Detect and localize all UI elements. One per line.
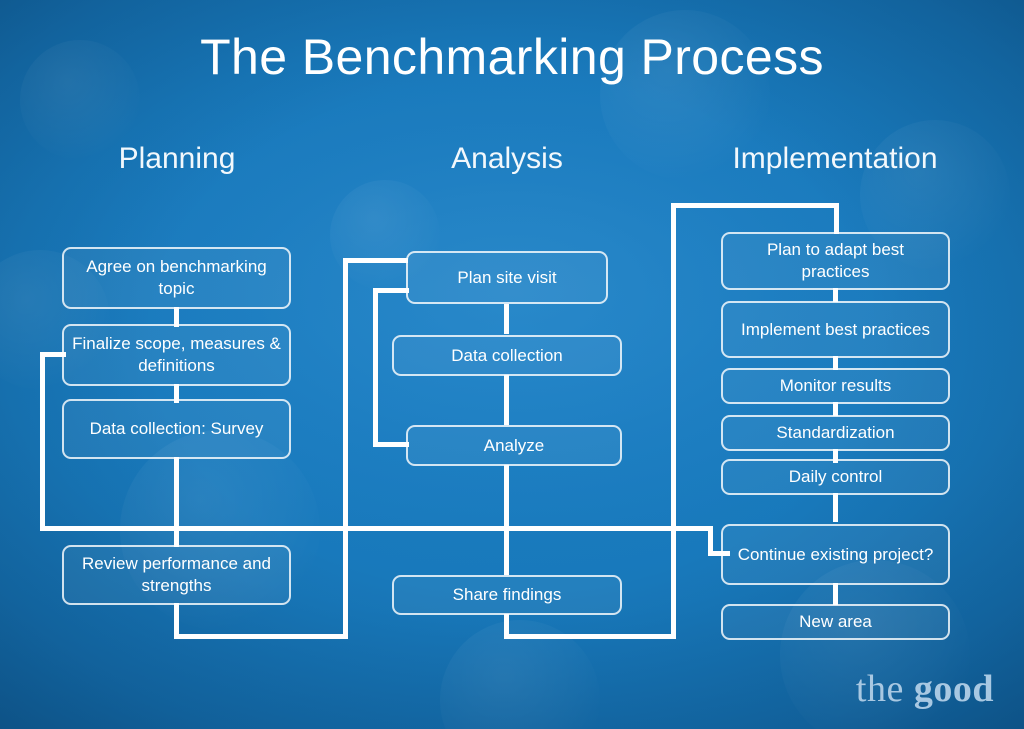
benchmarking-process-diagram: The Benchmarking Process Planning Analys…: [0, 0, 1024, 729]
node-monitor-results[interactable]: Monitor results: [721, 368, 950, 404]
connector-implementation-monitor-to-standardization: [833, 402, 838, 416]
node-data-collection-survey[interactable]: Data collection: Survey: [62, 399, 291, 459]
connector-analysis-analyze-down: [504, 465, 509, 528]
node-plan-to-adapt-best-practices[interactable]: Plan to adapt best practices: [721, 232, 950, 290]
connector-implementation-top-into-node: [834, 203, 839, 234]
connector-planning-datacollection-down: [174, 457, 179, 528]
node-new-area[interactable]: New area: [721, 604, 950, 640]
page-title: The Benchmarking Process: [200, 29, 824, 85]
connector-implementation-outer-rail-vertical: [671, 203, 676, 639]
connector-implementation-top-horizontal: [671, 203, 839, 208]
connector-analysis-mainline-to-share: [504, 528, 509, 575]
connector-left-rail-vertical: [40, 352, 45, 531]
connector-bottom-loop-analysis-horizontal: [504, 634, 676, 639]
logo-good-text: good: [913, 668, 994, 710]
connector-implementation-plan-to-implement: [833, 288, 838, 302]
column-heading-planning: Planning: [118, 142, 236, 175]
connector-analysis-inner-rail-top: [373, 288, 409, 293]
logo-the-good: the good: [856, 667, 994, 711]
connector-analysis-rail-stub-to-plan-site-visit: [343, 258, 408, 263]
node-agree-on-benchmarking-topic[interactable]: Agree on benchmarking topic: [62, 247, 291, 309]
connector-analysis-inner-rail-vertical: [373, 288, 378, 447]
node-continue-existing-project[interactable]: Continue existing project?: [721, 524, 950, 585]
node-share-findings[interactable]: Share findings: [392, 575, 622, 615]
node-plan-site-visit[interactable]: Plan site visit: [406, 251, 608, 304]
connector-bottom-loop-planning-horizontal: [174, 634, 346, 639]
node-data-collection[interactable]: Data collection: [392, 335, 622, 376]
node-implement-best-practices[interactable]: Implement best practices: [721, 301, 950, 358]
node-standardization[interactable]: Standardization: [721, 415, 950, 451]
connector-analysis-datacollection-to-analyze: [504, 375, 509, 425]
connector-implementation-continue-to-newarea: [833, 583, 838, 605]
node-analyze[interactable]: Analyze: [406, 425, 622, 466]
node-review-performance-and-strengths[interactable]: Review performance and strengths: [62, 545, 291, 605]
column-heading-analysis: Analysis: [451, 142, 563, 175]
connector-main-feedback-horizontal: [40, 526, 713, 531]
connector-analysis-inner-rail-bottom: [373, 442, 409, 447]
connector-analysis-outer-rail-vertical: [343, 258, 348, 639]
connector-implementation-daily-to-continue: [833, 493, 838, 522]
node-daily-control[interactable]: Daily control: [721, 459, 950, 495]
logo-the-text: the: [855, 668, 914, 710]
connector-analysis-plan-to-datacollection: [504, 304, 509, 334]
node-finalize-scope-measures-definitions[interactable]: Finalize scope, measures & definitions: [62, 324, 291, 386]
column-heading-implementation: Implementation: [732, 142, 938, 175]
